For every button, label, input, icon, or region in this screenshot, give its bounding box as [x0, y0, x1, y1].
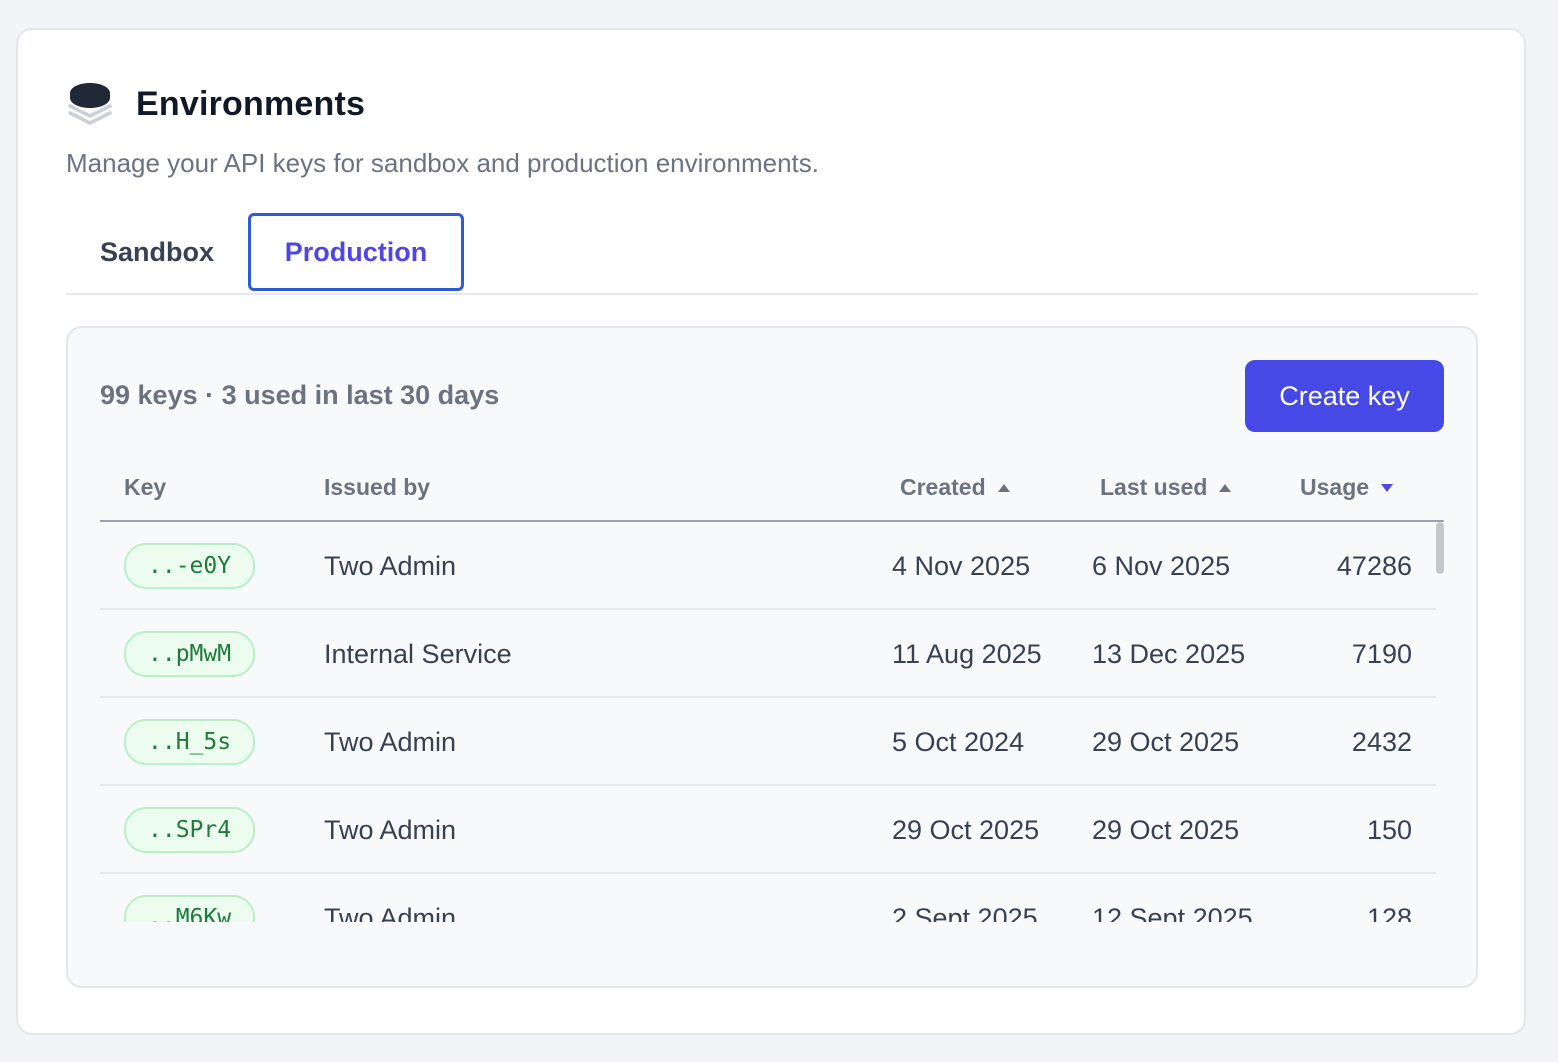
key-cell: ..H_5s [124, 698, 256, 786]
keys-panel: 99 keys · 3 used in last 30 days Create … [66, 326, 1478, 988]
layers-icon [68, 83, 112, 125]
environments-card: Environments Manage your API keys for sa… [16, 28, 1526, 1035]
issued-by-cell: Two Admin [324, 814, 457, 845]
scrollbar-thumb[interactable] [1436, 522, 1444, 574]
column-header-usage-label: Usage [1300, 474, 1370, 500]
last-used-cell: 13 Dec 2025 [1092, 638, 1246, 669]
keys-table: Key Issued by Created Last used Usage ..… [100, 456, 1444, 922]
table-row[interactable]: ..pMwM Internal Service 11 Aug 2025 13 D… [100, 610, 1436, 698]
column-header-created-label: Created [900, 474, 986, 500]
issued-by-cell: Internal Service [324, 638, 512, 669]
column-header-issued-by-label: Issued by [324, 474, 431, 500]
tab-sandbox[interactable]: Sandbox [66, 213, 248, 291]
last-used-cell: 29 Oct 2025 [1092, 726, 1240, 757]
key-badge[interactable]: ..H_5s [124, 719, 256, 765]
page-title: Environments [136, 84, 366, 123]
issued-by-cell: Two Admin [324, 902, 457, 923]
created-cell: 11 Aug 2025 [892, 638, 1042, 669]
table-row[interactable]: ..M6Kw Two Admin 2 Sept 2025 12 Sept 202… [100, 874, 1436, 922]
card-header: Environments [66, 80, 365, 128]
key-cell: ..-e0Y [124, 522, 256, 610]
last-used-cell: 29 Oct 2025 [1092, 814, 1240, 845]
environment-tabs: Sandbox Production [66, 213, 1478, 295]
table-row[interactable]: ..SPr4 Two Admin 29 Oct 2025 29 Oct 2025… [100, 786, 1436, 874]
table-row[interactable]: ..-e0Y Two Admin 4 Nov 2025 6 Nov 2025 4… [100, 522, 1436, 610]
column-header-last-used-label: Last used [1100, 474, 1208, 500]
column-header-usage[interactable]: Usage [1300, 474, 1394, 501]
sort-ascending-icon [997, 483, 1010, 492]
key-cell: ..SPr4 [124, 786, 256, 874]
key-badge[interactable]: ..-e0Y [124, 543, 256, 589]
column-header-issued-by: Issued by [324, 474, 430, 501]
sort-descending-icon [1381, 483, 1394, 492]
usage-cell: 47286 [1336, 550, 1412, 581]
created-cell: 4 Nov 2025 [892, 550, 1031, 581]
created-cell: 2 Sept 2025 [892, 902, 1038, 923]
usage-cell: 128 [1366, 902, 1412, 923]
created-cell: 29 Oct 2025 [892, 814, 1040, 845]
last-used-cell: 6 Nov 2025 [1092, 550, 1231, 581]
key-badge[interactable]: ..SPr4 [124, 807, 256, 853]
column-header-last-used[interactable]: Last used [1100, 474, 1232, 501]
key-badge[interactable]: ..M6Kw [124, 895, 256, 922]
keys-summary: 99 keys · 3 used in last 30 days [100, 380, 500, 410]
issued-by-cell: Two Admin [324, 726, 457, 757]
column-header-created[interactable]: Created [900, 474, 1010, 501]
tab-production[interactable]: Production [248, 213, 464, 291]
table-body: ..-e0Y Two Admin 4 Nov 2025 6 Nov 2025 4… [100, 522, 1436, 922]
page-subtitle: Manage your API keys for sandbox and pro… [66, 148, 819, 178]
table-row[interactable]: ..H_5s Two Admin 5 Oct 2024 29 Oct 2025 … [100, 698, 1436, 786]
usage-cell: 2432 [1351, 726, 1412, 757]
table-header: Key Issued by Created Last used Usage [100, 456, 1444, 522]
table-scrollbar[interactable] [1436, 522, 1444, 922]
create-key-button[interactable]: Create key [1245, 360, 1444, 432]
key-cell: ..pMwM [124, 610, 256, 698]
usage-cell: 150 [1366, 814, 1412, 845]
issued-by-cell: Two Admin [324, 550, 457, 581]
usage-cell: 7190 [1351, 638, 1412, 669]
column-header-key: Key [124, 474, 166, 501]
created-cell: 5 Oct 2024 [892, 726, 1025, 757]
key-badge[interactable]: ..pMwM [124, 631, 256, 677]
last-used-cell: 12 Sept 2025 [1092, 902, 1253, 923]
column-header-key-label: Key [124, 474, 167, 500]
sort-ascending-icon [1219, 483, 1232, 492]
key-cell: ..M6Kw [124, 874, 256, 922]
